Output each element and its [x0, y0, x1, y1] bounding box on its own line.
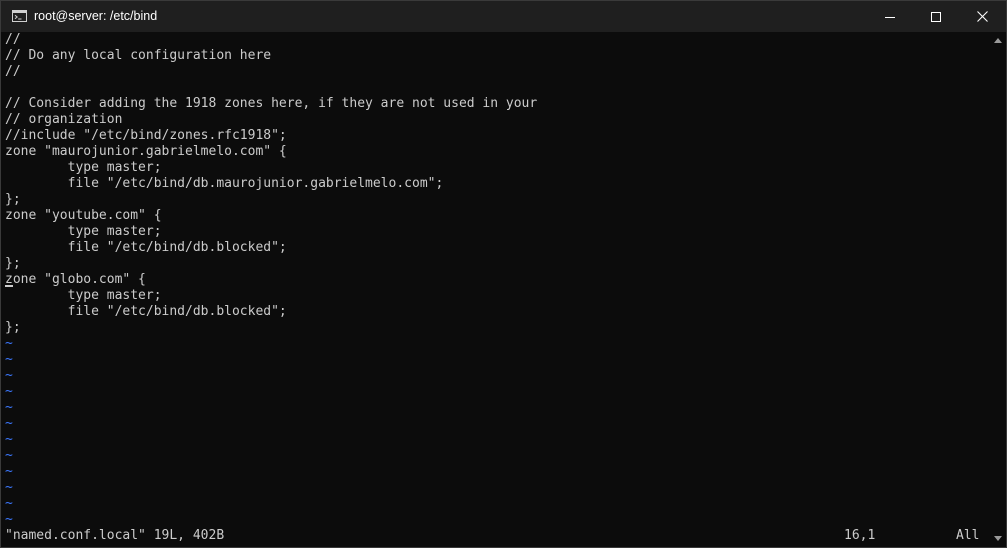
maximize-button[interactable] [913, 1, 959, 32]
code-line: // organization [5, 112, 123, 127]
minimize-button[interactable] [867, 1, 913, 32]
title-bar[interactable]: root@server: /etc/bind [1, 1, 1006, 32]
code-line: // [5, 64, 21, 79]
scroll-down-arrow-icon[interactable] [994, 536, 1002, 541]
code-line: file "/etc/bind/db.blocked"; [5, 240, 287, 255]
empty-line-marker: ~ [5, 384, 13, 399]
empty-line-marker: ~ [5, 400, 13, 415]
maximize-icon [931, 11, 941, 22]
empty-line-marker: ~ [5, 512, 13, 527]
code-line: //include "/etc/bind/zones.rfc1918"; [5, 128, 287, 143]
empty-line-marker: ~ [5, 336, 13, 351]
code-line: // Consider adding the 1918 zones here, … [5, 96, 538, 111]
empty-line-marker: ~ [5, 496, 13, 511]
status-bar: "named.conf.local" 19L, 402B 16,1 All [1, 528, 989, 544]
code-line: }; [5, 256, 21, 271]
empty-line-marker: ~ [5, 352, 13, 367]
empty-line-marker: ~ [5, 480, 13, 495]
status-file-info: "named.conf.local" 19L, 402B [5, 528, 225, 543]
window-title: root@server: /etc/bind [34, 9, 158, 23]
code-line: zone "globo.com" { [5, 272, 146, 287]
code-line: zone "youtube.com" { [5, 208, 162, 223]
code-line: type master; [5, 160, 162, 175]
code-line: type master; [5, 288, 162, 303]
text-cursor [5, 285, 13, 287]
minimize-icon [885, 16, 895, 18]
code-line: }; [5, 320, 21, 335]
console-icon [12, 10, 27, 22]
code-line: // Do any local configuration here [5, 48, 272, 63]
terminal-window: root@server: /etc/bind //// Do any local… [0, 0, 1007, 548]
empty-line-marker: ~ [5, 432, 13, 447]
code-line: // [5, 32, 21, 47]
close-icon [976, 11, 988, 22]
vertical-scrollbar[interactable] [989, 32, 1006, 547]
terminal-content[interactable]: //// Do any local configuration here// //… [1, 32, 989, 547]
code-line: zone "maurojunior.gabrielmelo.com" { [5, 144, 287, 159]
empty-line-marker: ~ [5, 368, 13, 383]
status-scroll-indicator: All [956, 528, 980, 543]
code-line: }; [5, 192, 21, 207]
status-cursor-position: 16,1 [844, 528, 876, 543]
close-button[interactable] [959, 1, 1005, 32]
scroll-up-arrow-icon[interactable] [994, 38, 1002, 43]
empty-line-marker: ~ [5, 416, 13, 431]
code-line: file "/etc/bind/db.blocked"; [5, 304, 287, 319]
code-line: type master; [5, 224, 162, 239]
empty-line-marker: ~ [5, 464, 13, 479]
empty-line-marker: ~ [5, 448, 13, 463]
code-line: file "/etc/bind/db.maurojunior.gabrielme… [5, 176, 444, 191]
